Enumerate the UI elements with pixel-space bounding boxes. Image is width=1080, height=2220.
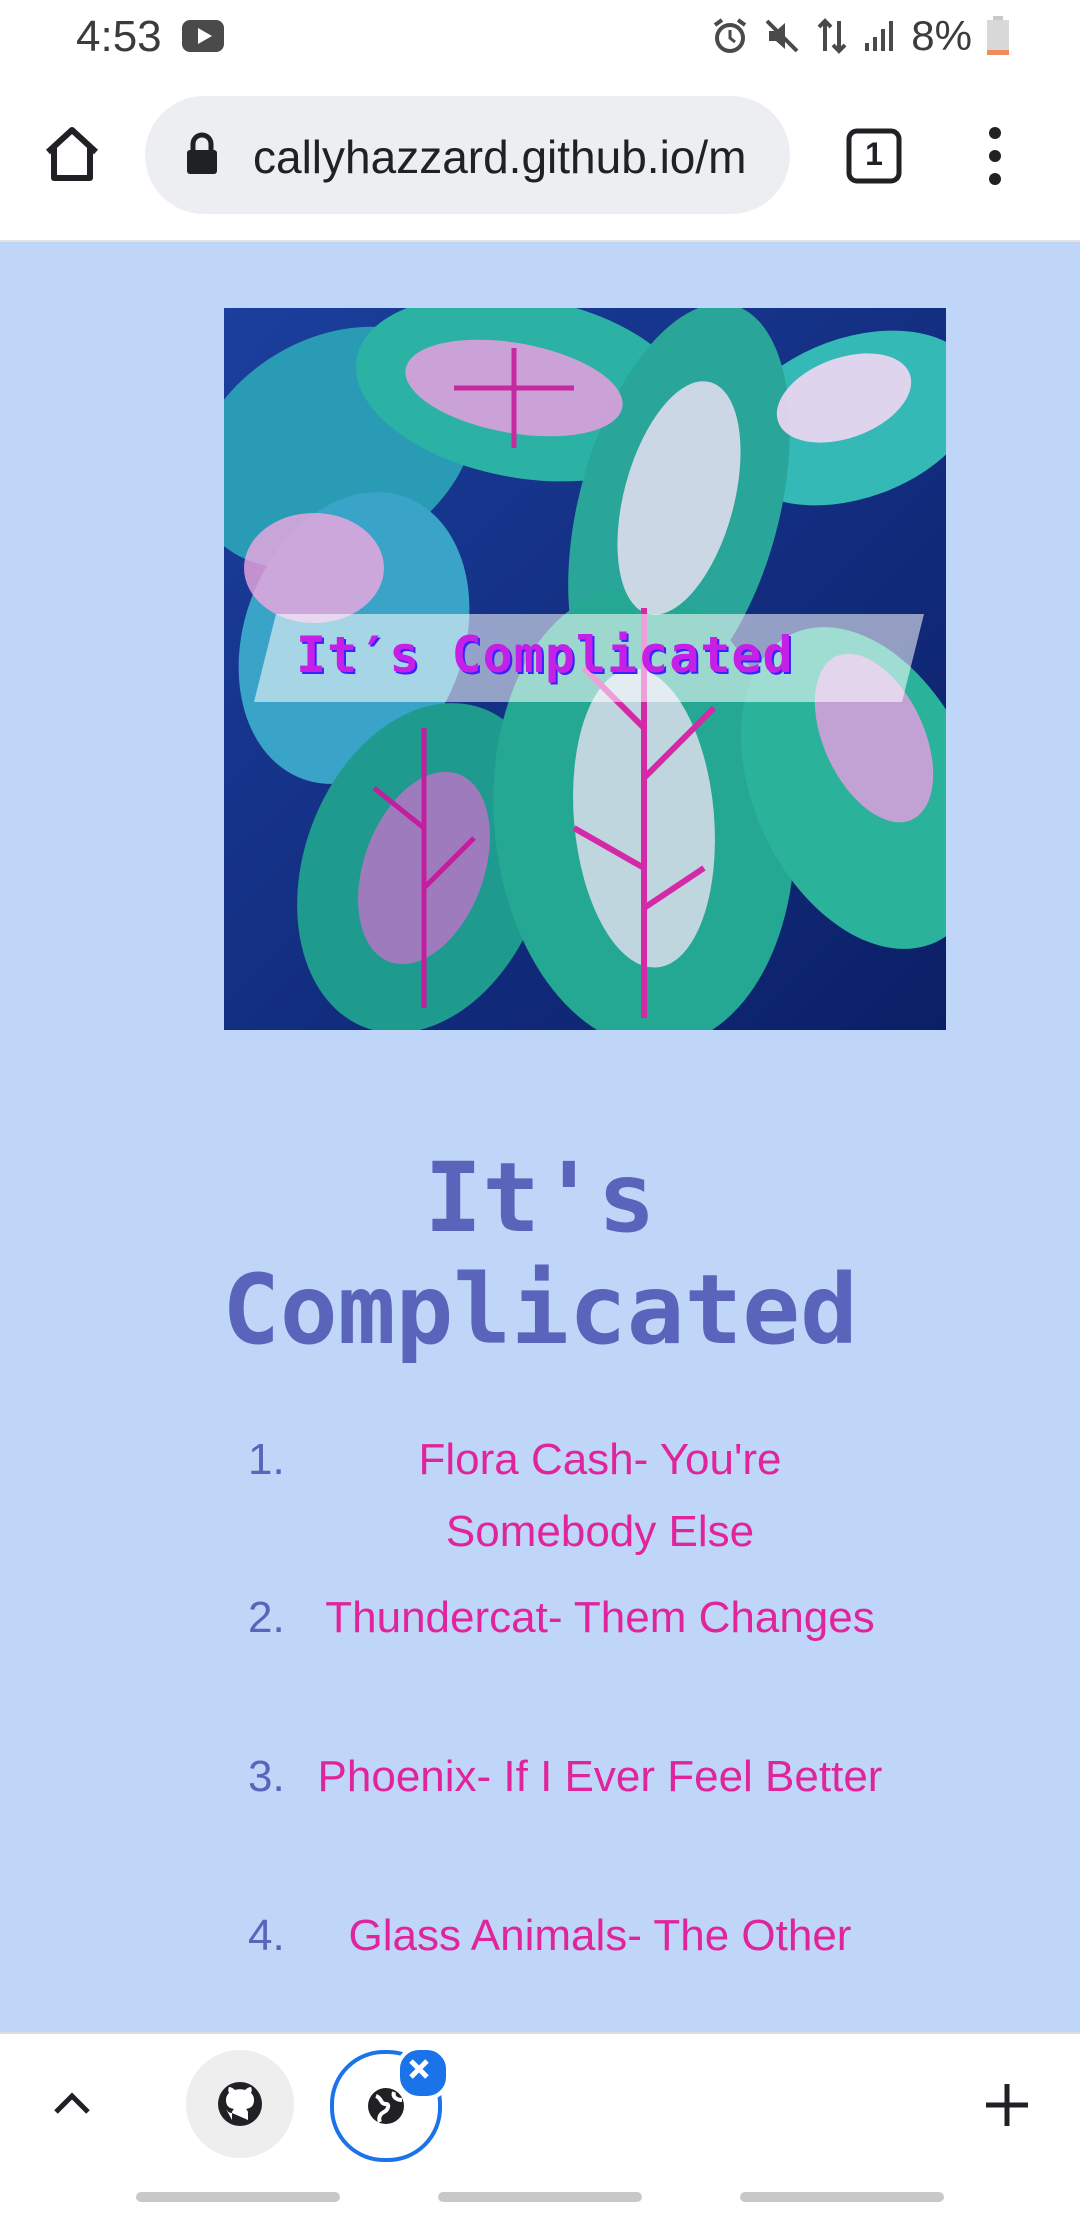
- gesture-pill[interactable]: [438, 2192, 642, 2202]
- plus-icon[interactable]: [984, 2082, 1030, 2128]
- battery-icon: [987, 16, 1009, 55]
- track-item: 1. Flora Cash- You're Somebody Else: [230, 1424, 930, 1568]
- tab-switcher-button[interactable]: 1: [846, 128, 902, 184]
- status-time: 4:53: [76, 12, 162, 61]
- playlist-cover-image: It′s Complicated: [224, 308, 946, 1030]
- track-item: 2. Thundercat- Them Changes: [230, 1582, 930, 1654]
- youtube-notification-icon: [182, 20, 224, 52]
- github-icon: [218, 2082, 262, 2126]
- status-bar: 4:53 8%: [0, 0, 1080, 72]
- github-tab-chip[interactable]: [186, 2050, 294, 2158]
- alarm-icon: [714, 18, 747, 53]
- data-transfer-icon: [817, 18, 847, 54]
- close-tab-chip-button[interactable]: [396, 2046, 450, 2100]
- url-text[interactable]: callyhazzard.github.io/m: [253, 130, 773, 184]
- playlist-title: It's Complicated: [222, 1142, 858, 1366]
- track-link[interactable]: Phoenix- If I Ever Feel Better: [230, 1741, 930, 1813]
- cover-title-text: It′s Complicated: [296, 626, 794, 684]
- address-bar[interactable]: callyhazzard.github.io/m: [145, 96, 790, 214]
- browser-toolbar: callyhazzard.github.io/m 1: [0, 72, 1080, 242]
- gesture-navigation-bar: [0, 2178, 1080, 2220]
- home-icon[interactable]: [40, 122, 104, 186]
- more-menu-icon[interactable]: [980, 124, 1010, 188]
- track-link[interactable]: Flora Cash- You're Somebody Else: [230, 1424, 930, 1568]
- web-page: It′s Complicated It's Complicated 1. Flo…: [0, 242, 1080, 2032]
- mute-icon: [765, 19, 799, 53]
- track-number: 1.: [248, 1435, 285, 1484]
- bottom-toolbar: [0, 2032, 1080, 2179]
- track-link[interactable]: Glass Animals- The Other: [230, 1900, 930, 1972]
- lock-icon: [187, 132, 217, 174]
- globe-icon: [368, 2088, 404, 2124]
- track-number: 4.: [248, 1911, 285, 1960]
- chevron-up-icon[interactable]: [52, 2088, 92, 2116]
- gesture-pill[interactable]: [740, 2192, 944, 2202]
- track-number: 2.: [248, 1593, 285, 1642]
- track-number: 3.: [248, 1752, 285, 1801]
- status-icons: 8%: [711, 12, 1010, 60]
- battery-percent: 8%: [911, 12, 972, 59]
- track-item: 4. Glass Animals- The Other: [230, 1900, 930, 1972]
- signal-icon: [865, 21, 894, 51]
- close-icon: [409, 2059, 429, 2079]
- track-link[interactable]: Thundercat- Them Changes: [230, 1582, 930, 1654]
- track-item: 3. Phoenix- If I Ever Feel Better: [230, 1741, 930, 1813]
- tab-count: 1: [865, 136, 883, 172]
- gesture-pill[interactable]: [136, 2192, 340, 2202]
